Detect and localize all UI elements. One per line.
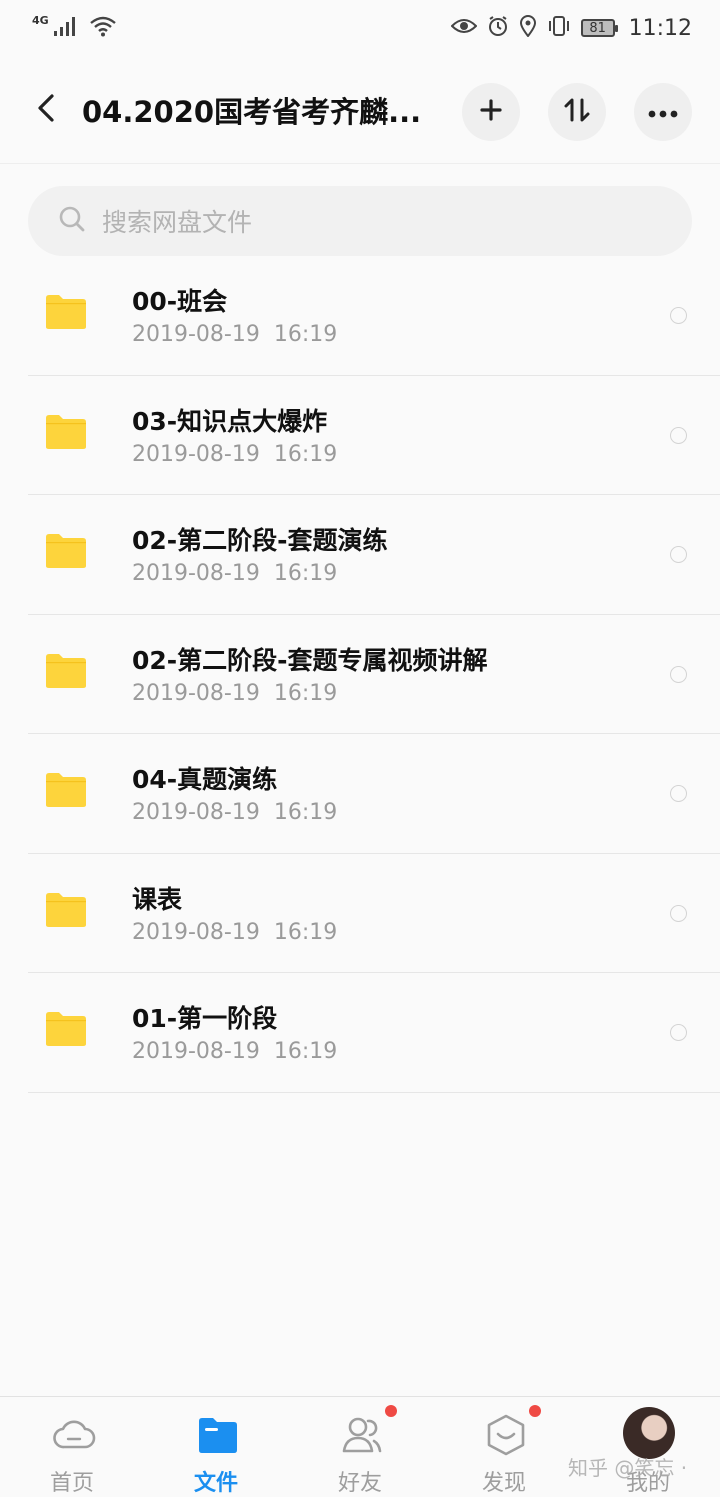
alarm-icon	[487, 15, 509, 42]
status-right: 81 11:12	[450, 14, 692, 42]
file-name: 01-第一阶段	[132, 1004, 278, 1033]
file-date: 2019-08-19 16:19	[132, 561, 338, 586]
location-icon	[519, 14, 537, 42]
more-button[interactable]	[634, 83, 692, 141]
file-date: 2019-08-19 16:19	[132, 441, 338, 467]
page-title: 04.2020国考省考齐麟...	[82, 94, 422, 129]
folder-icon	[45, 772, 87, 812]
status-bar: 4G 81 11:12	[0, 0, 720, 56]
more-horizontal-icon	[648, 103, 678, 122]
nav-files-label: 文件	[193, 1471, 238, 1496]
search-bar[interactable]: 搜索网盘文件	[28, 186, 692, 256]
file-name: 03-知识点大爆炸	[132, 406, 328, 436]
vibrate-icon	[547, 15, 571, 42]
wifi-icon	[89, 15, 117, 42]
nav-discover-label: 发现	[481, 1471, 526, 1496]
file-name: 04-真题演练	[132, 765, 278, 794]
sort-icon	[563, 97, 591, 127]
select-checkbox[interactable]	[670, 546, 687, 563]
cloud-icon	[52, 1413, 96, 1457]
battery-indicator: 81	[580, 19, 618, 37]
list-item[interactable]: 02-第二阶段-套题专属视频讲解 2019-08-19 16:19	[28, 615, 720, 734]
back-button[interactable]	[18, 82, 74, 138]
file-list: 00-班会 2019-08-19 16:19 03-知识点大爆炸 2019-08…	[0, 256, 720, 1093]
add-button[interactable]	[462, 83, 520, 141]
watermark: 知乎 @笑忘 ·	[568, 1456, 688, 1480]
chevron-left-icon	[35, 93, 57, 127]
file-name: 课表	[132, 884, 183, 914]
list-item[interactable]: 04-真题演练 2019-08-19 16:19	[28, 734, 720, 854]
select-checkbox[interactable]	[670, 904, 687, 922]
folder-icon	[45, 1011, 87, 1051]
list-item[interactable]: 00-班会 2019-08-19 16:19	[28, 256, 720, 376]
file-date: 2019-08-19 16:19	[132, 322, 338, 347]
nav-home[interactable]: 首页	[17, 1397, 127, 1497]
nav-discover[interactable]: 发现	[449, 1397, 559, 1497]
folder-icon	[45, 533, 87, 573]
folder-icon	[45, 892, 87, 932]
nav-mine[interactable]: 我的	[593, 1397, 703, 1497]
eye-icon	[450, 16, 478, 41]
file-date: 2019-08-19 16:19	[132, 680, 338, 706]
folder-icon	[45, 414, 87, 454]
list-item[interactable]: 01-第一阶段 2019-08-19 16:19	[28, 973, 720, 1093]
signal-icon	[53, 15, 79, 42]
select-checkbox[interactable]	[670, 1024, 687, 1041]
file-date: 2019-08-19 16:19	[132, 1039, 338, 1064]
header: 04.2020国考省考齐麟...	[0, 56, 720, 164]
nav-friends[interactable]: 好友	[305, 1397, 415, 1497]
network-type: 4G	[32, 13, 49, 27]
list-item[interactable]: 02-第二阶段-套题演练 2019-08-19 16:19	[28, 495, 720, 615]
file-date: 2019-08-19 16:19	[132, 919, 338, 945]
nav-friends-label: 好友	[337, 1471, 382, 1496]
file-folder-icon	[196, 1413, 240, 1457]
select-checkbox[interactable]	[670, 307, 687, 324]
status-left: 4G	[32, 13, 117, 42]
discover-icon	[484, 1413, 528, 1457]
select-checkbox[interactable]	[670, 426, 687, 444]
file-name: 00-班会	[132, 287, 228, 316]
list-item[interactable]: 03-知识点大爆炸 2019-08-19 16:19	[28, 376, 720, 495]
discover-badge	[529, 1405, 541, 1417]
list-item[interactable]: 课表 2019-08-19 16:19	[28, 854, 720, 973]
nav-home-label: 首页	[49, 1471, 94, 1496]
search-input[interactable]: 搜索网盘文件	[102, 203, 252, 239]
bottom-nav: 首页 文件 好友 发现 我的	[0, 1396, 720, 1497]
search-icon	[58, 205, 86, 237]
sort-button[interactable]	[548, 83, 606, 141]
file-name: 02-第二阶段-套题专属视频讲解	[132, 645, 488, 675]
folder-icon	[45, 653, 87, 693]
file-date: 2019-08-19 16:19	[132, 800, 338, 825]
friends-badge	[385, 1405, 397, 1417]
clock: 11:12	[628, 15, 692, 41]
folder-icon	[45, 294, 87, 334]
plus-icon	[480, 99, 502, 125]
file-name: 02-第二阶段-套题演练	[132, 526, 388, 555]
friends-icon	[340, 1413, 384, 1457]
select-checkbox[interactable]	[670, 665, 687, 683]
nav-files[interactable]: 文件	[161, 1397, 271, 1497]
select-checkbox[interactable]	[670, 785, 687, 802]
